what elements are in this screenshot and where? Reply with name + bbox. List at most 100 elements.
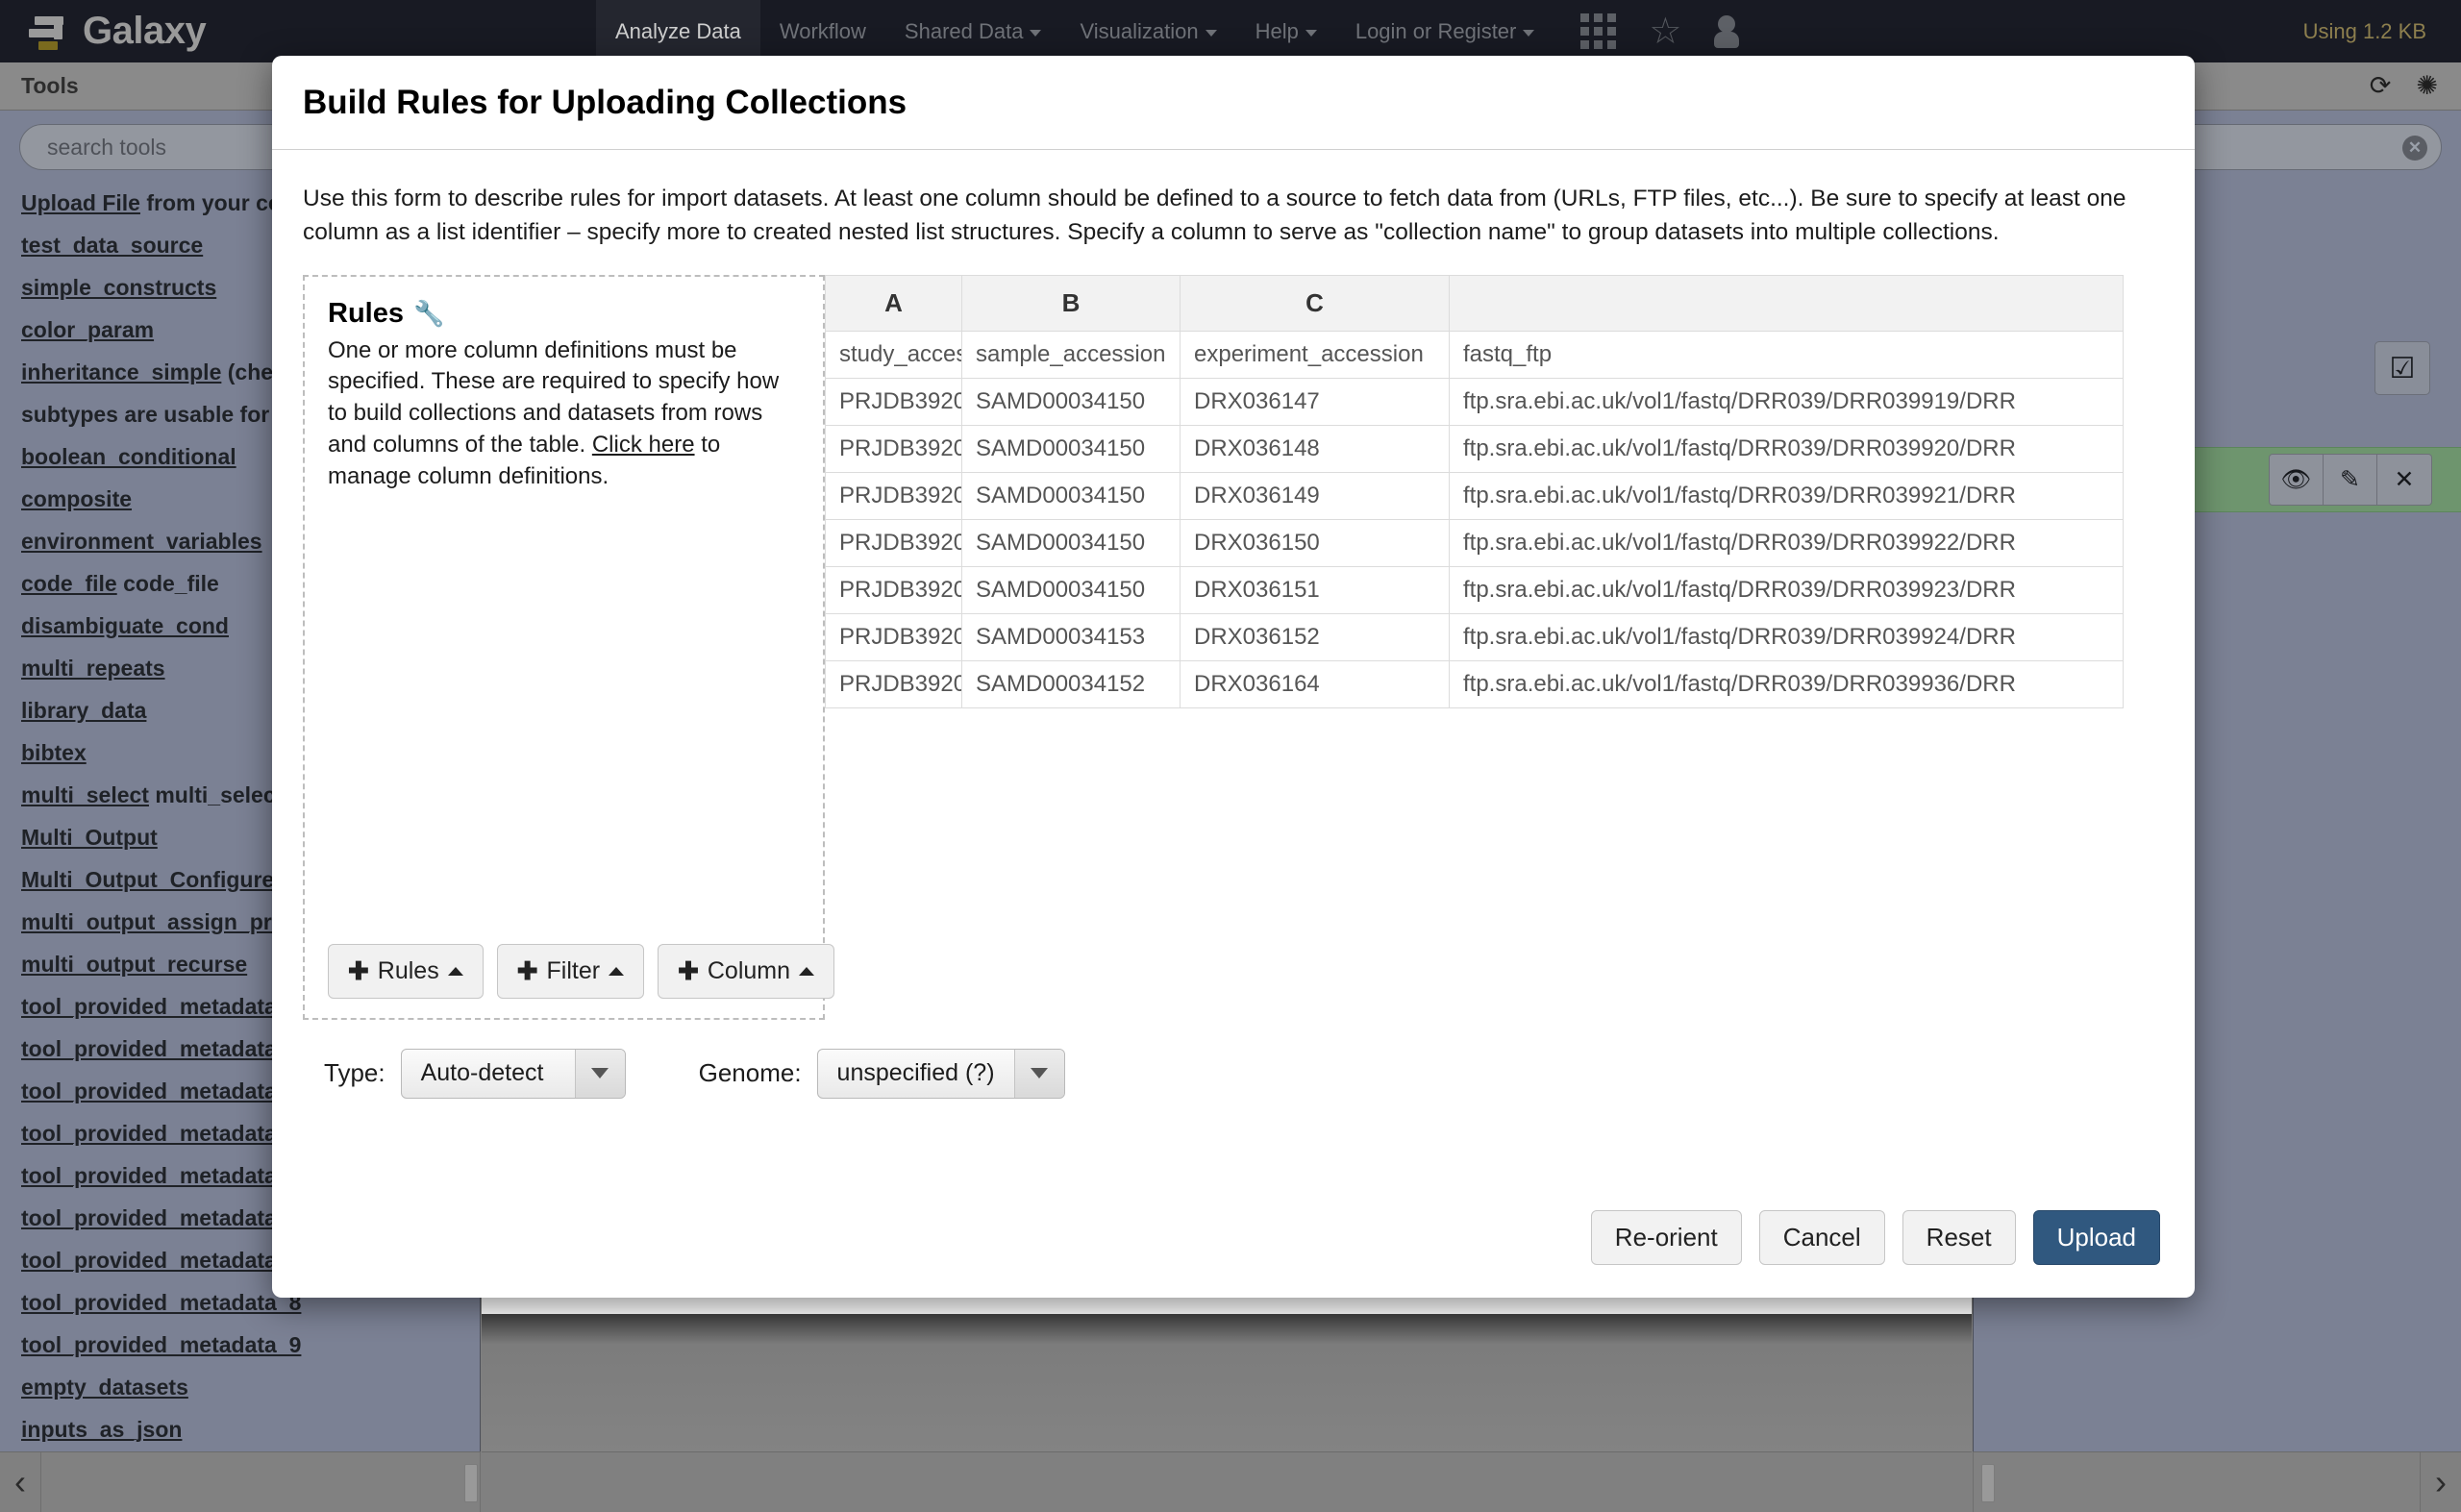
- collapse-left-icon[interactable]: ‹: [0, 1462, 40, 1502]
- history-panel-scrollbar[interactable]: ›: [1973, 1451, 2461, 1511]
- scrollbar-track[interactable]: [1973, 1452, 2421, 1512]
- nav-item-visualization[interactable]: Visualization: [1060, 0, 1235, 62]
- user-avatar-icon[interactable]: [1714, 15, 1739, 48]
- add-column-label: Column: [708, 957, 790, 985]
- tool-panel-title: Tools: [21, 73, 79, 99]
- tool-link[interactable]: multi_output_recurse: [21, 952, 247, 977]
- center-panel-shadow: [482, 1314, 1972, 1451]
- close-icon[interactable]: ✕: [2402, 136, 2427, 161]
- galaxy-logo-icon: [29, 11, 69, 53]
- tool-link[interactable]: tool_provided_metadata_5: [21, 1163, 301, 1188]
- add-filter-button[interactable]: ✚ Filter: [497, 944, 644, 999]
- delete-icon[interactable]: ✕: [2377, 455, 2431, 505]
- chevron-down-icon[interactable]: [1014, 1050, 1064, 1098]
- nav-item-analyze-data[interactable]: Analyze Data: [596, 0, 760, 62]
- tool-link[interactable]: library_data: [21, 698, 146, 723]
- star-icon[interactable]: ☆: [1649, 13, 1681, 50]
- collapse-right-icon[interactable]: ›: [2421, 1462, 2461, 1502]
- column-letter-header[interactable]: C: [1181, 275, 1450, 331]
- tool-link[interactable]: tool_provided_metadata_1: [21, 994, 301, 1019]
- reset-button[interactable]: Reset: [1902, 1210, 2016, 1265]
- tool-link[interactable]: simple_constructs: [21, 275, 216, 300]
- table-cell: SAMD00034150: [962, 472, 1181, 519]
- tool-link[interactable]: code_file: [21, 571, 117, 596]
- genome-select[interactable]: unspecified (?): [817, 1049, 1065, 1099]
- nav-item-login-or-register[interactable]: Login or Register: [1336, 0, 1554, 62]
- tool-link[interactable]: Multi_Output_Configured: [21, 867, 287, 892]
- checkbox-icon[interactable]: ☑: [2374, 341, 2430, 395]
- tool-link[interactable]: inheritance_simple: [21, 359, 221, 384]
- tool-link[interactable]: tool_provided_metadata_8: [21, 1290, 301, 1315]
- tool-list-item[interactable]: tool_provided_metadata_9: [21, 1324, 480, 1366]
- gear-icon[interactable]: ✺: [2416, 73, 2438, 99]
- tool-link[interactable]: multi_repeats: [21, 656, 165, 681]
- masthead-icons: ☆: [1580, 13, 1739, 50]
- brand-logo-group[interactable]: Galaxy: [0, 10, 596, 53]
- column-letter-header[interactable]: A: [826, 275, 962, 331]
- tool-link[interactable]: boolean_conditional: [21, 444, 236, 469]
- wrench-icon[interactable]: 🔧: [413, 299, 444, 329]
- tool-link[interactable]: composite: [21, 486, 132, 511]
- table-cell: DRX036147: [1181, 378, 1450, 425]
- re-orient-button[interactable]: Re-orient: [1591, 1210, 1742, 1265]
- column-letter-header[interactable]: [1450, 275, 2124, 331]
- cancel-button[interactable]: Cancel: [1759, 1210, 1885, 1265]
- manage-column-definitions-link[interactable]: Click here: [592, 432, 695, 458]
- table-cell: experiment_accession: [1181, 331, 1450, 378]
- tool-link[interactable]: empty_datasets: [21, 1375, 188, 1400]
- scrollbar-thumb[interactable]: [464, 1464, 478, 1502]
- add-column-button[interactable]: ✚ Column: [658, 944, 834, 999]
- scrollbar-track[interactable]: [40, 1452, 481, 1512]
- tool-link[interactable]: tool_provided_metadata_6: [21, 1205, 301, 1230]
- tool-list-item[interactable]: inputs_as_json: [21, 1408, 480, 1450]
- modal-header: Build Rules for Uploading Collections: [272, 56, 2195, 150]
- center-panel-scrollbar[interactable]: [482, 1451, 1972, 1511]
- tool-link[interactable]: color_param: [21, 317, 154, 342]
- tool-link[interactable]: disambiguate_cond: [21, 613, 229, 638]
- plus-icon: ✚: [517, 956, 538, 986]
- tool-link[interactable]: environment_variables: [21, 529, 262, 554]
- tool-link[interactable]: inputs_as_json: [21, 1417, 182, 1442]
- tool-link[interactable]: test_data_source: [21, 233, 203, 258]
- table-cell: ftp.sra.ebi.ac.uk/vol1/fastq/DRR039/DRR0…: [1450, 660, 2124, 707]
- upload-button[interactable]: Upload: [2033, 1210, 2160, 1265]
- scrollbar-thumb[interactable]: [1981, 1464, 1995, 1502]
- table-header-row: study_accessionsample_accessionexperimen…: [826, 331, 2124, 378]
- pencil-icon[interactable]: ✎: [2324, 455, 2377, 505]
- rules-data-table: ABC study_accessionsample_accessionexper…: [825, 275, 2124, 708]
- add-rules-button[interactable]: ✚ Rules: [328, 944, 484, 999]
- table-row: PRJDB3920SAMD00034153DRX036152ftp.sra.eb…: [826, 613, 2124, 660]
- nav-item-workflow[interactable]: Workflow: [760, 0, 885, 62]
- rules-data-table-wrap: ABC study_accessionsample_accessionexper…: [825, 275, 2164, 1020]
- tool-link[interactable]: tool_provided_metadata_7: [21, 1248, 301, 1273]
- nav-item-help[interactable]: Help: [1236, 0, 1336, 62]
- build-rules-modal: Build Rules for Uploading Collections Us…: [272, 56, 2195, 1298]
- tool-link[interactable]: Multi_Output: [21, 825, 158, 850]
- tool-link[interactable]: tool_provided_metadata_4: [21, 1121, 301, 1146]
- rules-panel: Rules 🔧 One or more column definitions m…: [303, 275, 825, 1020]
- table-row: PRJDB3920SAMD00034152DRX036164ftp.sra.eb…: [826, 660, 2124, 707]
- tool-link[interactable]: tool_provided_metadata_9: [21, 1332, 301, 1357]
- refresh-icon[interactable]: ⟳: [2370, 73, 2392, 99]
- masthead: Galaxy Analyze Data Workflow Shared Data…: [0, 0, 2461, 62]
- tool-link[interactable]: Upload File: [21, 190, 140, 215]
- eye-icon[interactable]: 👁: [2270, 455, 2324, 505]
- grid-icon[interactable]: [1580, 13, 1616, 49]
- bottom-bar: ‹ ›: [0, 1451, 2461, 1511]
- tool-panel-scrollbar[interactable]: ‹: [0, 1451, 481, 1511]
- chevron-down-icon[interactable]: [575, 1050, 625, 1098]
- tool-link[interactable]: tool_provided_metadata_2: [21, 1036, 301, 1061]
- type-select[interactable]: Auto-detect: [401, 1049, 626, 1099]
- column-letter-header[interactable]: B: [962, 275, 1181, 331]
- rules-panel-text: One or more column definitions must be s…: [328, 335, 800, 493]
- tool-list-item[interactable]: empty_datasets: [21, 1366, 480, 1408]
- nav-item-shared-data[interactable]: Shared Data: [885, 0, 1061, 62]
- tool-link[interactable]: tool_provided_metadata_3: [21, 1078, 301, 1103]
- tool-link[interactable]: multi_select: [21, 782, 149, 807]
- tool-link[interactable]: bibtex: [21, 740, 87, 765]
- table-row: PRJDB3920SAMD00034150DRX036151ftp.sra.eb…: [826, 566, 2124, 613]
- nav-label: Analyze Data: [615, 19, 741, 43]
- history-item-actions: 👁 ✎ ✕: [2269, 454, 2432, 506]
- table-cell: DRX036149: [1181, 472, 1450, 519]
- type-label: Type:: [324, 1058, 385, 1088]
